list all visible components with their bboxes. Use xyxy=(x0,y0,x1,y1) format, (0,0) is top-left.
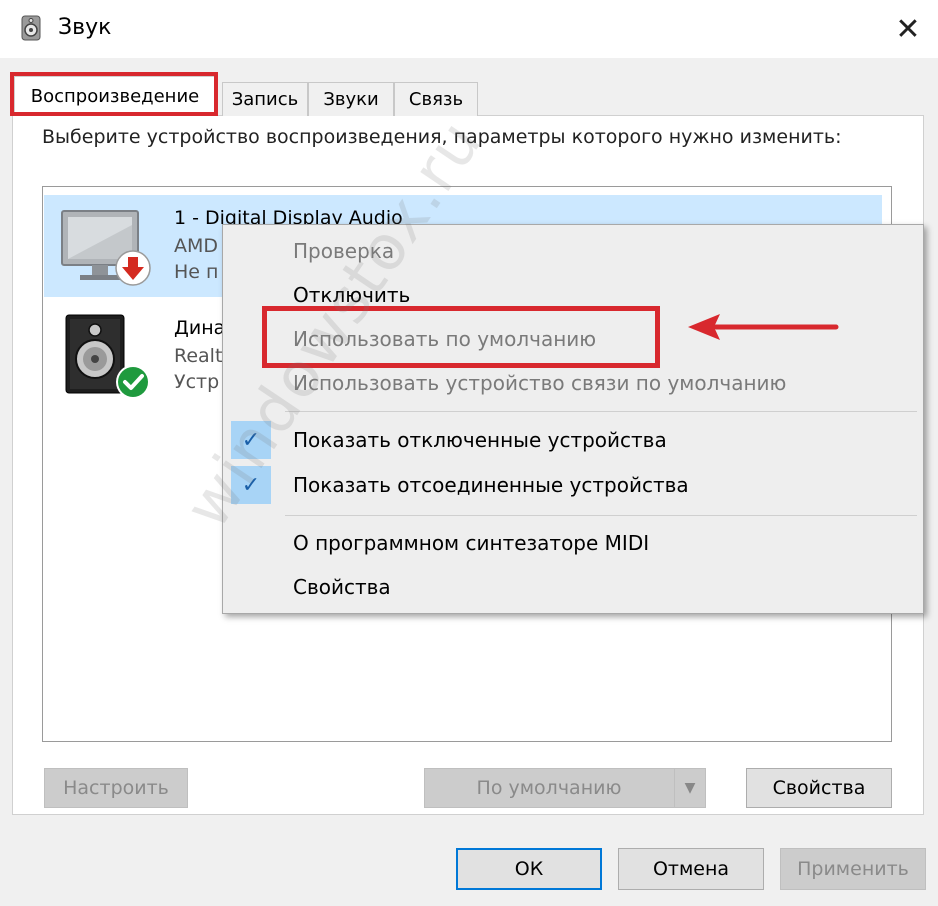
set-default-label: По умолчанию xyxy=(476,777,622,799)
device-driver: Realt xyxy=(174,345,223,367)
menu-item-show-disconnected[interactable]: Показать отсоединенные устройства xyxy=(293,471,689,499)
menu-item-midi-synth[interactable]: О программном синтезаторе MIDI xyxy=(293,529,649,557)
tab-recording[interactable]: Запись xyxy=(222,82,308,116)
tab-communications[interactable]: Связь xyxy=(394,82,478,116)
tab-sounds[interactable]: Звуки xyxy=(308,82,394,116)
properties-button[interactable]: Свойства xyxy=(746,768,892,808)
menu-separator xyxy=(285,411,917,412)
close-icon: ✕ xyxy=(895,11,921,47)
title-bar xyxy=(0,0,938,58)
device-driver: AMD xyxy=(174,235,219,257)
context-menu: Проверка Отключить Использовать по умолч… xyxy=(222,224,924,614)
menu-item-show-disabled[interactable]: Показать отключенные устройства xyxy=(293,426,667,454)
menu-item-properties[interactable]: Свойства xyxy=(293,573,391,601)
checkmark-icon: ✓ xyxy=(231,421,271,459)
red-arrow-annotation-icon xyxy=(686,310,840,344)
tab-playback[interactable]: Воспроизведение xyxy=(14,76,216,116)
speaker-icon xyxy=(18,14,46,42)
device-name: Дина xyxy=(174,317,226,339)
window-title: Звук xyxy=(58,15,112,40)
device-status: Не п xyxy=(174,261,219,283)
green-check-icon xyxy=(114,363,152,401)
device-status: Устр xyxy=(174,371,220,393)
ok-button[interactable]: ОК xyxy=(456,848,602,890)
instruction-text: Выберите устройство воспроизведения, пар… xyxy=(42,126,842,148)
cancel-button[interactable]: Отмена xyxy=(618,848,764,890)
red-down-arrow-icon xyxy=(114,249,152,287)
menu-item-set-default-communication[interactable]: Использовать устройство связи по умолчан… xyxy=(293,369,786,397)
apply-button[interactable]: Применить xyxy=(780,848,926,890)
set-default-button[interactable]: По умолчанию ▼ xyxy=(424,768,706,808)
menu-separator xyxy=(285,515,917,516)
menu-item-disable[interactable]: Отключить xyxy=(293,281,410,309)
checkmark-icon: ✓ xyxy=(231,466,271,504)
menu-item-test[interactable]: Проверка xyxy=(293,237,394,265)
configure-button[interactable]: Настроить xyxy=(44,768,188,808)
menu-item-set-default[interactable]: Использовать по умолчанию xyxy=(293,325,596,353)
close-button[interactable]: ✕ xyxy=(884,8,932,50)
chevron-down-icon[interactable]: ▼ xyxy=(674,769,705,807)
